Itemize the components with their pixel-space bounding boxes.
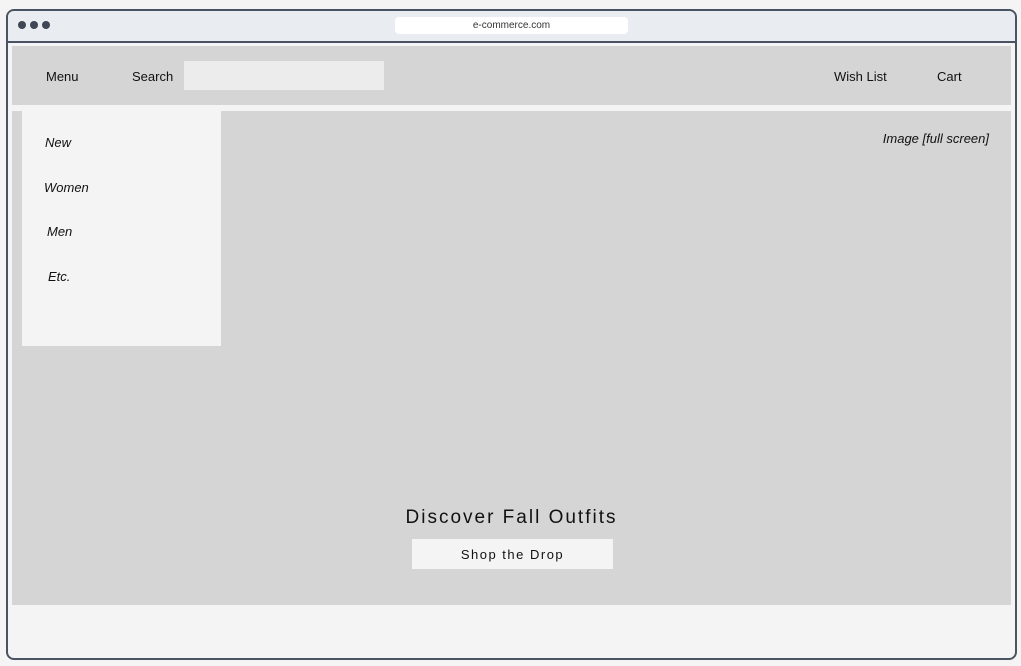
minimize-dot-icon[interactable] — [30, 21, 38, 29]
menu-item-new[interactable]: New — [45, 135, 71, 150]
hero-image: New Women Men Etc. Image [full screen] D… — [12, 111, 1011, 605]
browser-titlebar: e-commerce.com — [8, 11, 1015, 43]
menu-dropdown: New Women Men Etc. — [22, 111, 221, 346]
site-navbar: Menu Search Wish List Cart — [12, 46, 1011, 105]
window-controls — [18, 21, 50, 29]
image-placeholder-label: Image [full screen] — [882, 131, 989, 146]
search-label: Search — [132, 69, 174, 84]
shop-the-drop-button[interactable]: Shop the Drop — [412, 539, 613, 569]
search-input[interactable] — [184, 61, 384, 90]
menu-item-etc[interactable]: Etc. — [48, 269, 70, 284]
hero-title: Discover Fall Outfits — [405, 507, 618, 528]
menu-item-women[interactable]: Women — [44, 180, 89, 195]
menu-item-men[interactable]: Men — [47, 224, 72, 239]
cart-link[interactable]: Cart — [937, 69, 962, 84]
wish-list-link[interactable]: Wish List — [834, 69, 887, 84]
menu-button[interactable]: Menu — [46, 69, 79, 84]
maximize-dot-icon[interactable] — [42, 21, 50, 29]
browser-window: e-commerce.com Menu Search Wish List Car… — [6, 9, 1017, 660]
close-dot-icon[interactable] — [18, 21, 26, 29]
address-bar[interactable]: e-commerce.com — [395, 17, 628, 34]
